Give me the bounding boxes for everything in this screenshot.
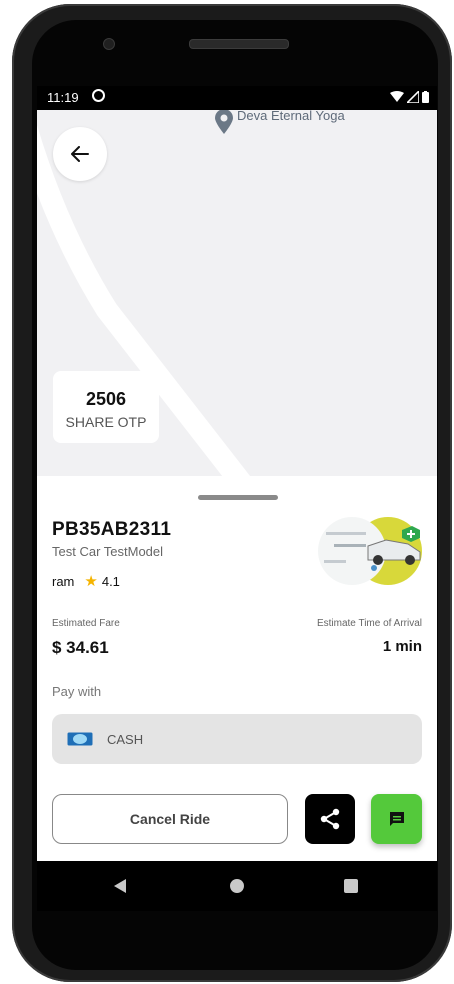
ride-details-sheet: PB35AB2311 Test Car TestModel ram ★ 4.1 … — [37, 476, 437, 861]
app-screen: 11:19 Deva Eternal Yoga 2506 SHARE OTP P… — [37, 86, 437, 861]
driver-info: ram ★ 4.1 — [52, 572, 120, 590]
estimated-fare-value: $ 34.61 — [52, 638, 109, 657]
wifi-icon — [390, 91, 404, 102]
payment-method-label: CASH — [107, 731, 144, 747]
share-icon — [320, 808, 340, 830]
poi-label: Deva Eternal Yoga — [237, 110, 345, 123]
star-icon: ★ — [84, 573, 98, 590]
otp-label: SHARE OTP — [65, 414, 147, 430]
otp-card[interactable]: 2506 SHARE OTP — [53, 371, 159, 443]
status-icons — [390, 91, 429, 103]
estimated-fare-label: Estimated Fare — [52, 618, 120, 629]
signal-icon — [407, 91, 419, 103]
cancel-ride-button[interactable]: Cancel Ride — [52, 794, 288, 844]
cash-icon — [67, 732, 93, 746]
share-button[interactable] — [305, 794, 355, 844]
status-time: 11:19 — [47, 90, 79, 105]
eta-label: Estimate Time of Arrival — [316, 618, 422, 629]
nav-back-icon[interactable] — [113, 879, 127, 893]
sheet-drag-handle[interactable] — [198, 495, 278, 500]
driver-rating: 4.1 — [101, 573, 120, 589]
nav-recents-icon[interactable] — [344, 879, 358, 893]
back-button[interactable] — [53, 127, 107, 181]
map-poi[interactable]: Deva Eternal Yoga — [215, 110, 345, 134]
status-bar: 11:19 — [37, 86, 437, 110]
chat-button[interactable] — [371, 794, 422, 844]
front-camera — [103, 38, 115, 50]
car-image — [318, 517, 422, 585]
map-pin-icon — [215, 110, 233, 134]
payment-method-selector[interactable]: CASH — [52, 714, 422, 764]
arrow-left-icon — [71, 146, 89, 162]
driver-name: ram — [52, 573, 75, 589]
eta-value: 1 min — [382, 638, 422, 655]
otp-code: 2506 — [85, 389, 127, 409]
earpiece-speaker — [189, 39, 289, 49]
map-view[interactable]: Deva Eternal Yoga 2506 SHARE OTP — [37, 110, 437, 476]
pay-with-label: Pay with — [52, 684, 102, 699]
car-model: Test Car TestModel — [52, 544, 164, 559]
message-icon — [389, 812, 404, 826]
system-nav-bar — [37, 861, 437, 911]
nav-home-icon[interactable] — [230, 879, 244, 893]
sync-icon — [92, 89, 105, 102]
vehicle-plate: PB35AB2311 — [52, 519, 172, 540]
battery-icon — [422, 91, 429, 103]
